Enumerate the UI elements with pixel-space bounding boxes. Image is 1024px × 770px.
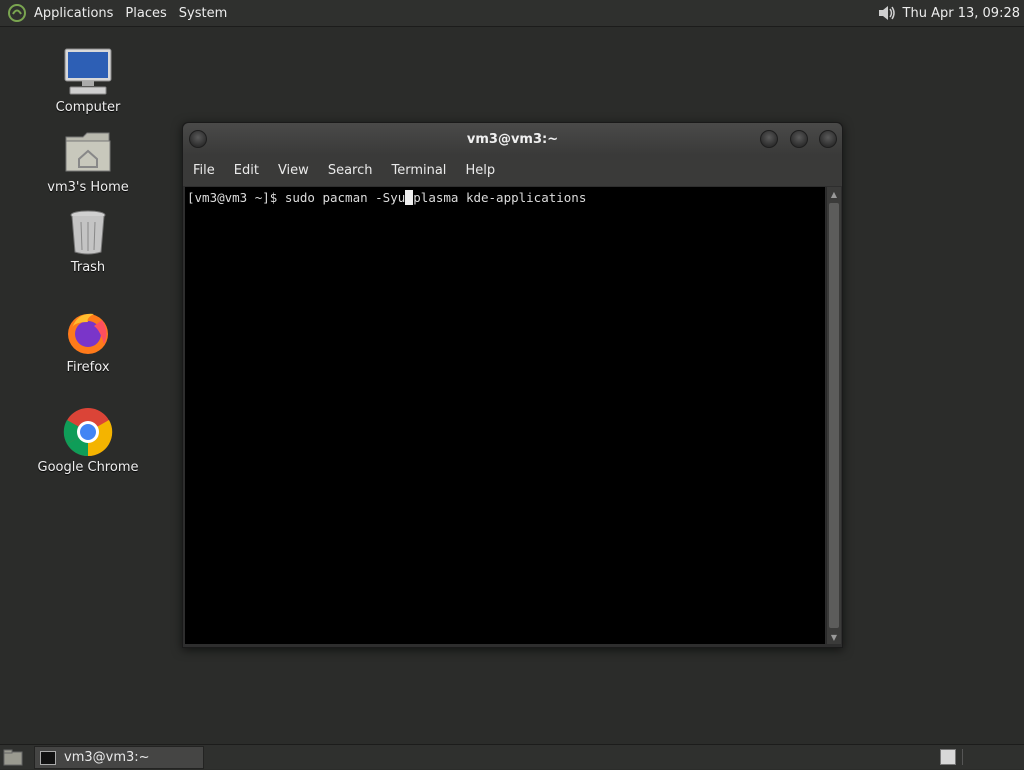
top-panel: Applications Places System Thu Apr 13, 0… [0, 0, 1024, 27]
bottom-panel: vm3@vm3:~ [0, 744, 1024, 769]
workspace-1[interactable] [940, 749, 956, 765]
clock[interactable]: Thu Apr 13, 09:28 [903, 6, 1020, 21]
terminal-scrollbar[interactable]: ▲ ▼ [826, 187, 841, 644]
home-folder-icon [62, 126, 114, 178]
window-title: vm3@vm3:~ [466, 131, 559, 147]
window-titlebar[interactable]: vm3@vm3:~ [183, 123, 842, 155]
scrollbar-thumb[interactable] [829, 203, 839, 628]
scroll-down-icon[interactable]: ▼ [827, 630, 841, 644]
terminal-window: vm3@vm3:~ File Edit View Search Terminal… [182, 122, 843, 648]
task-label: vm3@vm3:~ [64, 750, 150, 765]
command-line: [vm3@vm3 ~]$ sudo pacman -Syu plasma kde-… [187, 190, 586, 205]
menu-view[interactable]: View [270, 163, 317, 178]
desktop-icon-chrome[interactable]: Google Chrome [28, 406, 148, 475]
shell-prompt: [vm3@vm3 ~]$ [187, 190, 285, 205]
menu-system[interactable]: System [173, 6, 233, 21]
menu-search[interactable]: Search [320, 163, 381, 178]
command-text: sudo pacman -Syu [284, 190, 406, 205]
desktop-icon-label: vm3's Home [47, 180, 129, 195]
workspace-2[interactable] [962, 749, 1021, 765]
mate-logo-icon[interactable] [6, 2, 28, 24]
menu-applications[interactable]: Applications [28, 6, 119, 21]
show-desktop-icon[interactable] [3, 748, 23, 766]
chrome-icon [62, 406, 114, 458]
computer-icon [62, 46, 114, 98]
maximize-button[interactable] [790, 130, 808, 148]
menu-terminal[interactable]: Terminal [383, 163, 454, 178]
desktop-icon-home[interactable]: vm3's Home [28, 126, 148, 195]
desktop-icon-computer[interactable]: Computer [28, 46, 148, 115]
window-menu-button[interactable] [189, 130, 207, 148]
desktop-icon-label: Google Chrome [37, 460, 139, 475]
menu-places[interactable]: Places [119, 6, 172, 21]
minimize-button[interactable] [760, 130, 778, 148]
menu-help[interactable]: Help [457, 163, 503, 178]
scroll-up-icon[interactable]: ▲ [827, 187, 841, 201]
desktop-icon-firefox[interactable]: Firefox [28, 306, 148, 375]
terminal-icon [40, 750, 56, 765]
terminal-menubar: File Edit View Search Terminal Help [183, 155, 842, 186]
desktop-icon-label: Trash [70, 260, 106, 275]
speaker-icon[interactable] [875, 2, 899, 24]
close-button[interactable] [819, 130, 837, 148]
firefox-icon [62, 306, 114, 358]
taskbar-terminal-button[interactable]: vm3@vm3:~ [34, 746, 204, 769]
desktop-icon-trash[interactable]: Trash [28, 206, 148, 275]
terminal-output[interactable]: [vm3@vm3 ~]$ sudo pacman -Syu plasma kde-… [185, 187, 825, 644]
trash-icon [62, 206, 114, 258]
menu-edit[interactable]: Edit [226, 163, 267, 178]
command-text-after-cursor: plasma kde-applications [413, 190, 587, 205]
desktop-icon-label: Computer [55, 100, 121, 115]
menu-file[interactable]: File [185, 163, 223, 178]
desktop-icon-label: Firefox [66, 360, 110, 375]
